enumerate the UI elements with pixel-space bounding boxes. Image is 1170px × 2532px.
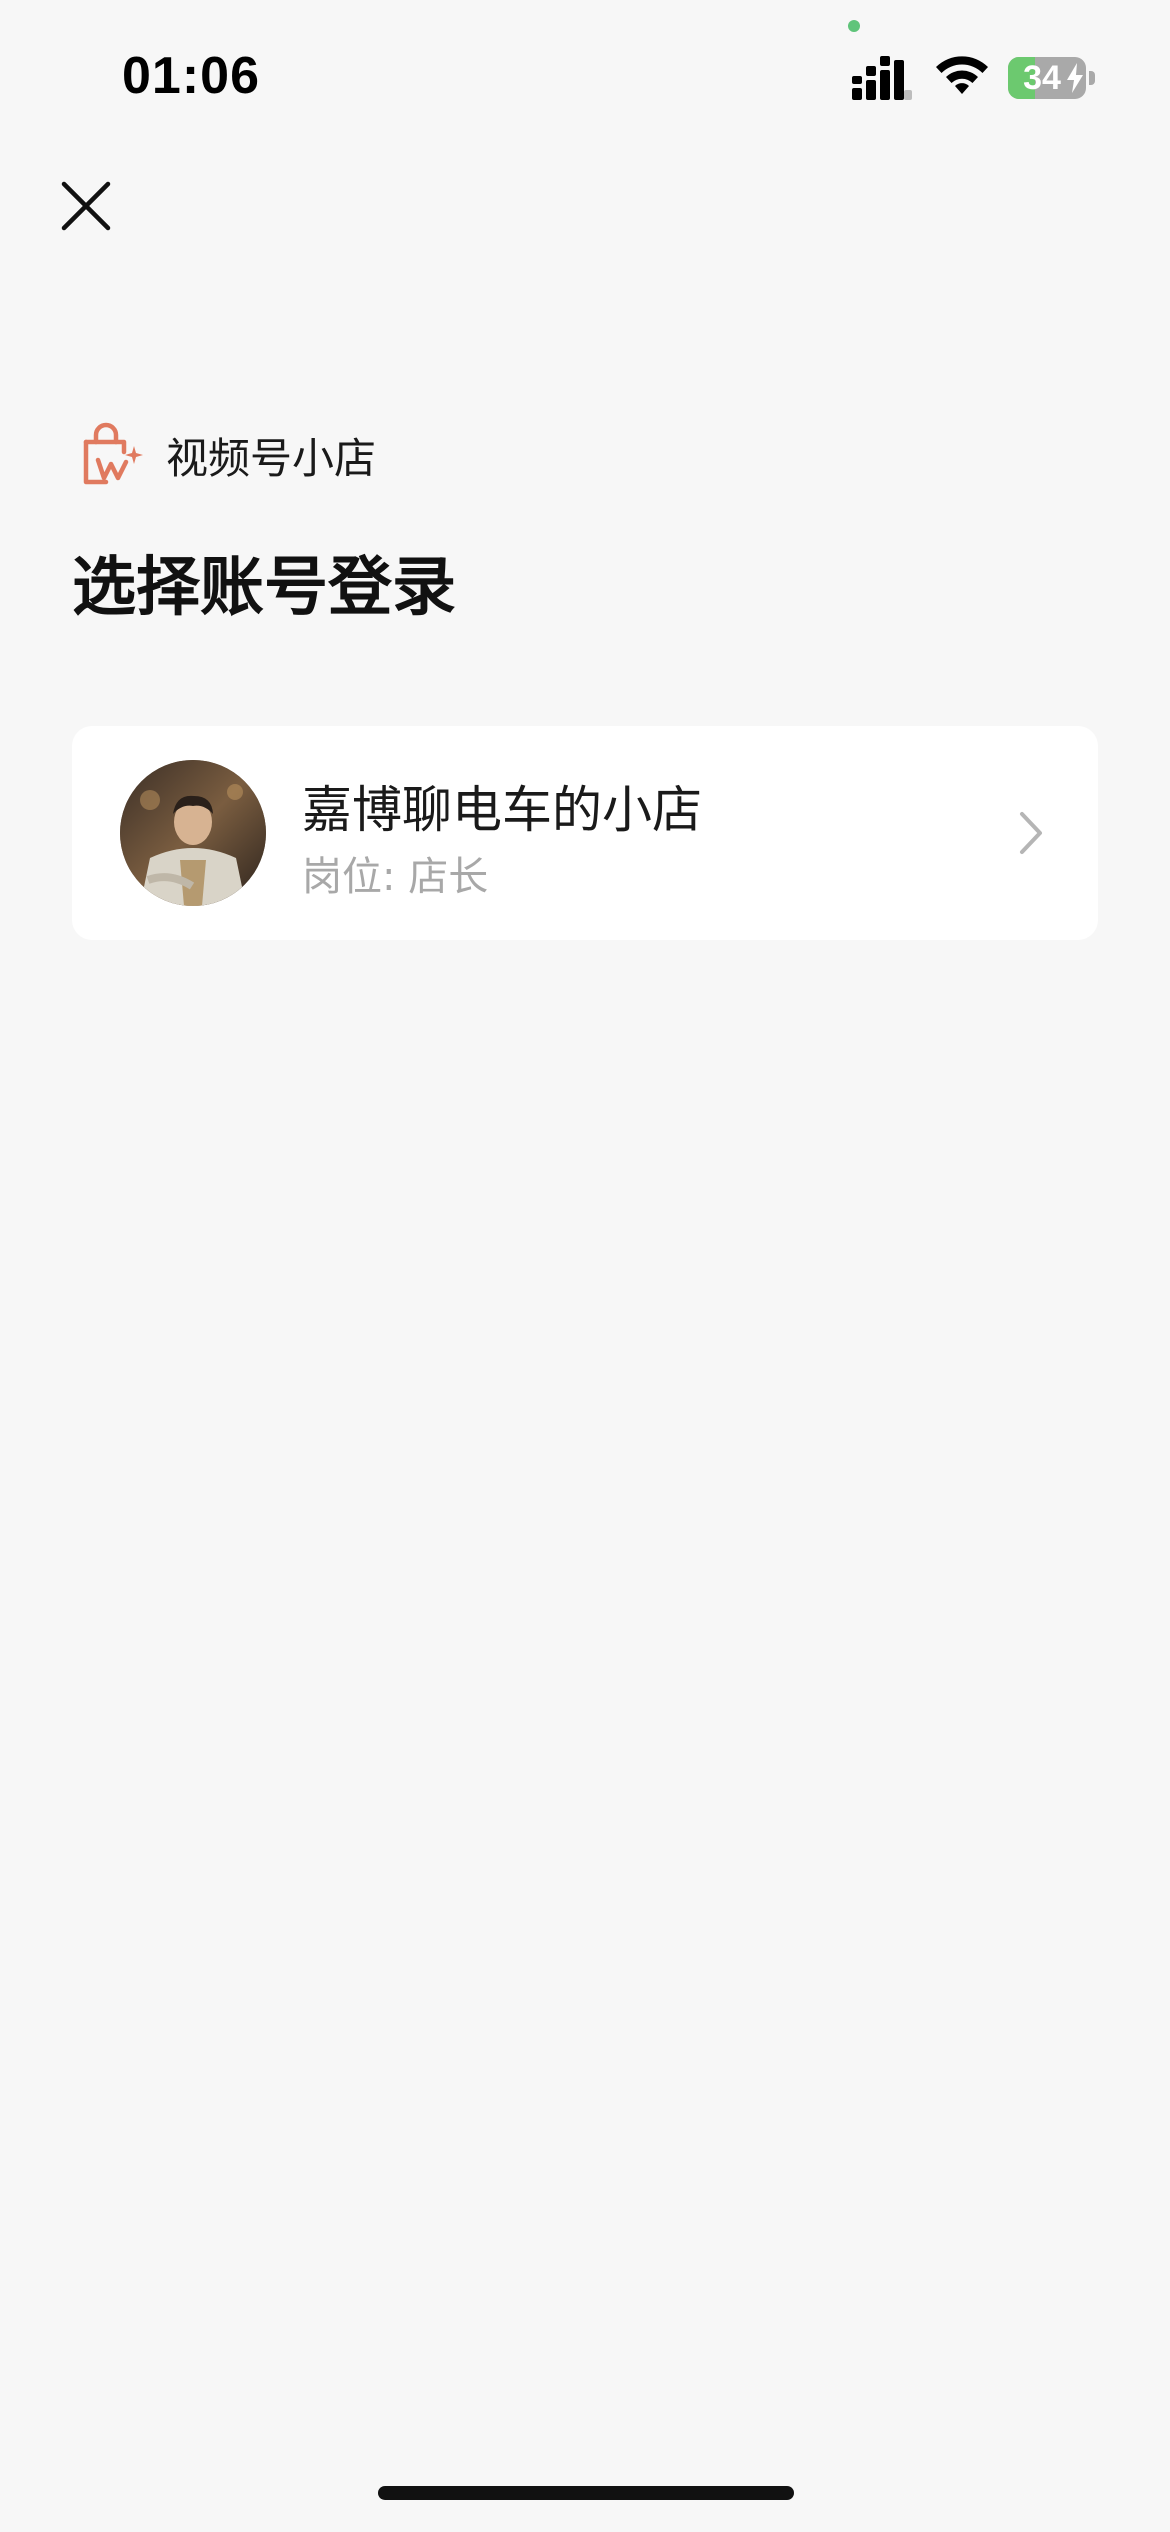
- avatar-photo: [120, 760, 266, 906]
- status-time: 01:06: [122, 47, 260, 105]
- page-title: 选择账号登录: [72, 551, 456, 625]
- status-bar: 01:06 34: [0, 0, 1170, 150]
- shopping-bag-sparkle-icon: [83, 422, 143, 485]
- home-indicator: [378, 2486, 794, 2500]
- battery-level-text: 34: [1023, 59, 1061, 97]
- privacy-indicator-dot: [848, 20, 860, 32]
- brand-header: 视频号小店: [80, 420, 376, 490]
- close-icon[interactable]: [56, 176, 116, 236]
- charging-bolt-icon: [1067, 63, 1083, 93]
- battery-cap: [1089, 71, 1095, 85]
- battery-indicator: 34: [1008, 57, 1096, 99]
- chevron-right-icon: [1020, 812, 1042, 854]
- account-card[interactable]: 嘉博聊电车的小店 岗位: 店长: [72, 726, 1098, 940]
- battery-body: 34: [1008, 57, 1086, 99]
- avatar: [120, 760, 266, 906]
- login-account-select-screen: 01:06 34 视频号小店 选择账号登录 嘉博聊电车的小店 岗位: 店长: [0, 0, 1170, 2532]
- account-name: 嘉博聊电车的小店: [302, 781, 702, 839]
- brand-name: 视频号小店: [166, 433, 377, 483]
- account-role: 岗位: 店长: [302, 854, 489, 900]
- cellular-signal-icon: [852, 56, 912, 100]
- wifi-icon: [936, 56, 988, 94]
